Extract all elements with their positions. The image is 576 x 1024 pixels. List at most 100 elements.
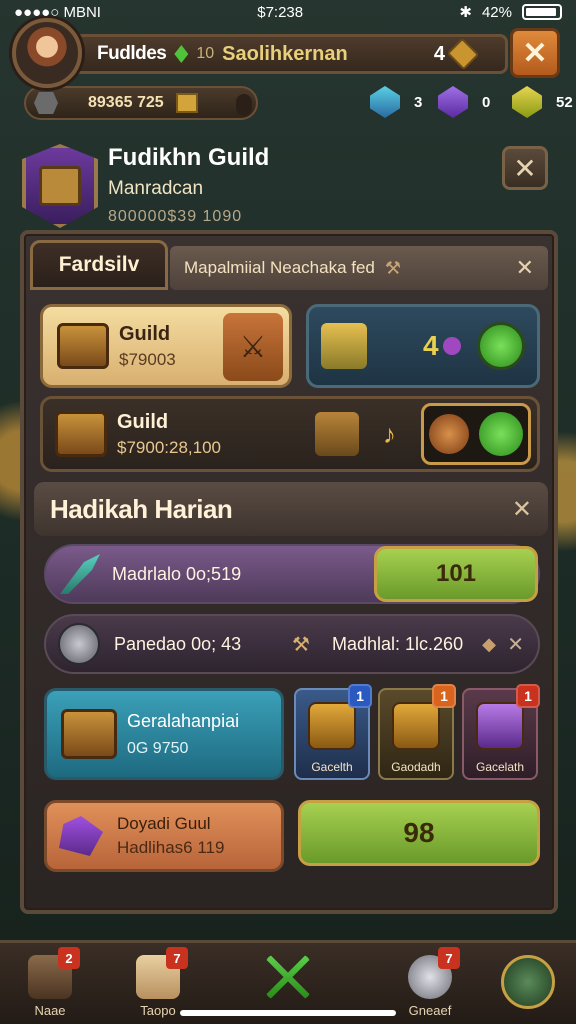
purple-gem-icon [438, 86, 468, 118]
flower-icon [442, 337, 461, 355]
player-avatar[interactable] [12, 18, 82, 88]
guild-close-button[interactable]: ✕ [502, 146, 548, 190]
nav-guild[interactable] [490, 955, 566, 1009]
golden-idol-icon [392, 702, 440, 750]
guild-card-2-text: Guild $7900:28,100 [117, 411, 221, 458]
donate-card[interactable]: Doyadi Guul Hadlihas6 119 [44, 800, 284, 872]
guild-id: 800000$39 1090 [108, 208, 243, 225]
mission-2-label: Panedao 0o; 43 [114, 633, 242, 654]
mission-1-claim-button[interactable]: 101 [374, 546, 538, 602]
guild-header: Fudikhn Guild Manradcan 800000$39 1090 ✕ [22, 140, 554, 230]
tab-close-icon[interactable]: ✕ [516, 255, 534, 281]
hammer-icon [60, 554, 100, 594]
treasure-icon [321, 323, 367, 369]
mission-2[interactable]: Panedao 0o; 43 ⚒ Madhlal: 1lc.260 ◆ ✕ [44, 614, 540, 674]
anvil-icon [34, 92, 58, 114]
reward-count: 4 [423, 330, 439, 361]
gold-icon [175, 93, 198, 113]
bronze-orb-icon[interactable] [429, 414, 469, 454]
home-icon: 2 [28, 947, 80, 999]
shop-main-value: 0G 9750 [127, 739, 189, 757]
shop-item-2-label: Gaodadh [391, 760, 441, 774]
scroll-icon: 7 [136, 947, 188, 999]
server-name: Saolihkernan [222, 42, 348, 65]
nav-home-label: Naae [34, 1003, 66, 1018]
chest-icon [57, 323, 109, 369]
crystal-icon [59, 816, 103, 856]
guild-card-2[interactable]: Guild $7900:28,100 ♪ [40, 396, 540, 472]
shop-item-3-label: Gacelath [475, 760, 525, 774]
guild-card-1-text: Guild $79003 [119, 323, 176, 370]
guild-panel: Fardsilv Mapalmiial Neachaka fed ⚒ ✕ Gui… [20, 230, 558, 914]
header-count: 4 [433, 42, 445, 65]
nav-battle[interactable] [250, 955, 326, 999]
daily-section-header: Hadikah Harian ✕ [34, 482, 548, 536]
guild-subtitle: Manradcan [108, 178, 204, 199]
nav-settings-badge: 7 [438, 947, 460, 969]
crystal-icon [476, 702, 524, 750]
cart-icon [315, 412, 359, 456]
purple-gem-count: 0 [482, 93, 491, 111]
sword-button[interactable]: ⚔ [223, 313, 283, 381]
green-orb-icon[interactable] [479, 412, 523, 456]
main-resource-amount: 89365 725 [88, 94, 164, 111]
reward-card[interactable]: 4 [306, 304, 540, 388]
tab-strip[interactable]: Mapalmiial Neachaka fed ⚒ ✕ [170, 246, 548, 290]
main-resource[interactable]: 89365 725 [24, 86, 258, 120]
yellow-gem-count: 52 [556, 93, 573, 111]
donate-text: Doyadi Guul Hadlihas6 119 [117, 814, 224, 858]
diamond-icon: ◆ [482, 633, 496, 654]
donate-sub: Hadlihas6 119 [117, 838, 225, 857]
horn-icon: ♪ [383, 418, 396, 449]
shop-item-3[interactable]: 1 Gacelath [462, 684, 540, 780]
level-gem-icon [174, 45, 189, 63]
guild-card-1-value: $79003 [119, 349, 176, 369]
toggle-icon [236, 94, 252, 116]
yellow-gem-resource[interactable]: 52 [512, 86, 573, 118]
close-button[interactable]: ✕ [510, 28, 560, 78]
shop-item-1[interactable]: 1 Gacelth [294, 684, 372, 780]
bottom-nav: 2 Naae 7 Taopo 7 Gneaef [0, 940, 576, 1024]
mission-2-close-icon[interactable]: ✕ [507, 632, 524, 657]
tab-active[interactable]: Fardsilv [30, 240, 168, 290]
bluetooth-icon: ✱ [459, 4, 472, 21]
chest-icon [55, 411, 107, 457]
shop-item-1-badge: 1 [348, 684, 372, 708]
purple-gem-resource[interactable]: 0 [438, 86, 490, 118]
carrier: ●●●●○ MBNI [14, 3, 101, 21]
guild-info: Fudikhn Guild Manradcan 800000$39 1090 [108, 144, 269, 226]
guild-emblem-icon[interactable] [22, 144, 98, 228]
nav-quests[interactable]: 7 Taopo [120, 947, 196, 1018]
shop-main-card[interactable]: Geralahanpiai 0G 9750 [44, 688, 284, 780]
blue-gem-resource[interactable]: 3 [370, 86, 422, 118]
guild-card-1-label: Guild [119, 322, 171, 345]
battery-percent: 42% [481, 3, 512, 21]
mission-2-right: Madhlal: 1lc.260 [332, 633, 464, 654]
player-level: 10 [196, 45, 215, 62]
nav-home[interactable]: 2 Naae [12, 947, 88, 1018]
nav-settings[interactable]: 7 Gneaef [392, 947, 468, 1018]
guild-chest-icon [39, 166, 81, 206]
clock: $7:238 [257, 3, 304, 21]
shop-item-2[interactable]: 1 Gaodadh [378, 684, 456, 780]
crossed-swords-icon [266, 955, 310, 999]
shop-item-3-badge: 1 [516, 684, 540, 708]
green-orb-button[interactable] [477, 322, 525, 370]
player-name-bar: Fudldes 10 Saolihkernan 4 [64, 34, 508, 74]
shop-main-text: Geralahanpiai 0G 9750 [127, 711, 239, 758]
mission-1[interactable]: Madrlalo 0o;519 101 [44, 544, 540, 604]
gold-cube-icon [446, 37, 480, 71]
daily-close-icon[interactable]: ✕ [512, 495, 532, 524]
yellow-gem-icon [512, 86, 542, 118]
gear-icon: 7 [408, 947, 460, 999]
shop-item-2-badge: 1 [432, 684, 456, 708]
nav-settings-label: Gneaef [408, 1003, 452, 1018]
shop-items: 1 Gacelth 1 Gaodadh 1 Gacelath [294, 684, 544, 780]
donate-title: Doyadi Guul [117, 814, 211, 833]
home-indicator[interactable] [180, 1010, 396, 1016]
nav-quests-label: Taopo [140, 1003, 176, 1018]
daily-title: Hadikah Harian [50, 493, 233, 524]
guild-cube-icon [501, 955, 555, 1009]
donate-button[interactable]: 98 [298, 800, 540, 866]
guild-card-1[interactable]: Guild $79003 ⚔ [40, 304, 292, 388]
